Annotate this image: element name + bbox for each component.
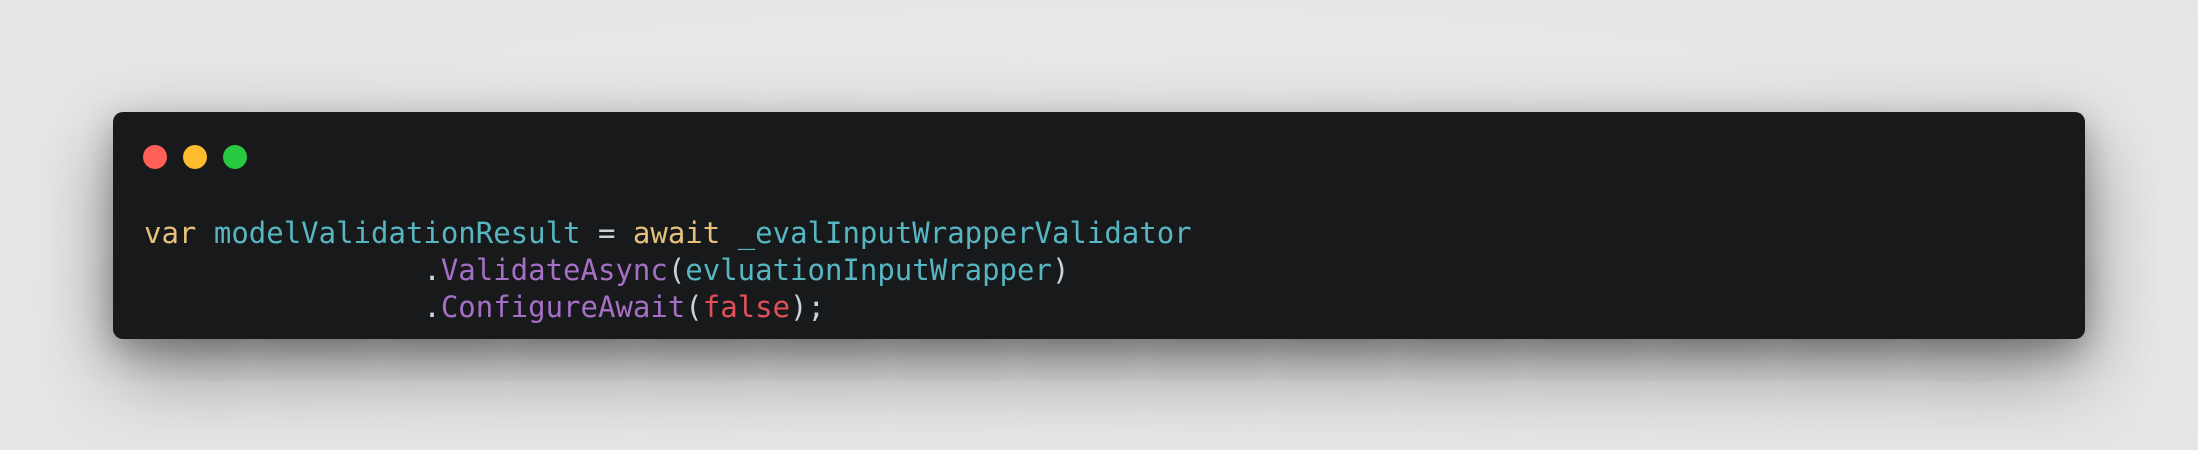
code-token: (: [667, 253, 686, 287]
code-window: var modelValidationResult = await _evalI…: [113, 112, 2085, 339]
code-token: ValidateAsync: [440, 253, 668, 287]
code-token: );: [790, 290, 825, 324]
window-controls: [143, 145, 247, 169]
minimize-window-icon[interactable]: [183, 145, 207, 169]
code-token: (: [685, 290, 703, 324]
code-token: var: [144, 216, 197, 250]
code-token: evluationInputWrapper: [685, 253, 1052, 287]
code-token: ): [1051, 253, 1070, 287]
code-block: var modelValidationResult = await _evalI…: [144, 215, 1192, 326]
code-token: false: [702, 290, 791, 324]
code-token: ConfigureAwait: [440, 290, 686, 324]
code-line-3: .ConfigureAwait(false);: [144, 289, 1192, 326]
code-token: .: [423, 290, 441, 324]
code-token: =: [580, 216, 633, 250]
close-window-icon[interactable]: [143, 145, 167, 169]
code-line-2: .ValidateAsync(evluationInputWrapper): [144, 252, 1192, 289]
code-token: await: [632, 216, 721, 250]
code-token: .: [423, 253, 441, 287]
code-token: _evalInputWrapperValidator: [737, 216, 1192, 250]
code-line-1: var modelValidationResult = await _evalI…: [144, 215, 1192, 252]
backdrop: var modelValidationResult = await _evalI…: [0, 0, 2198, 450]
maximize-window-icon[interactable]: [223, 145, 247, 169]
code-token: modelValidationResult: [213, 216, 581, 250]
